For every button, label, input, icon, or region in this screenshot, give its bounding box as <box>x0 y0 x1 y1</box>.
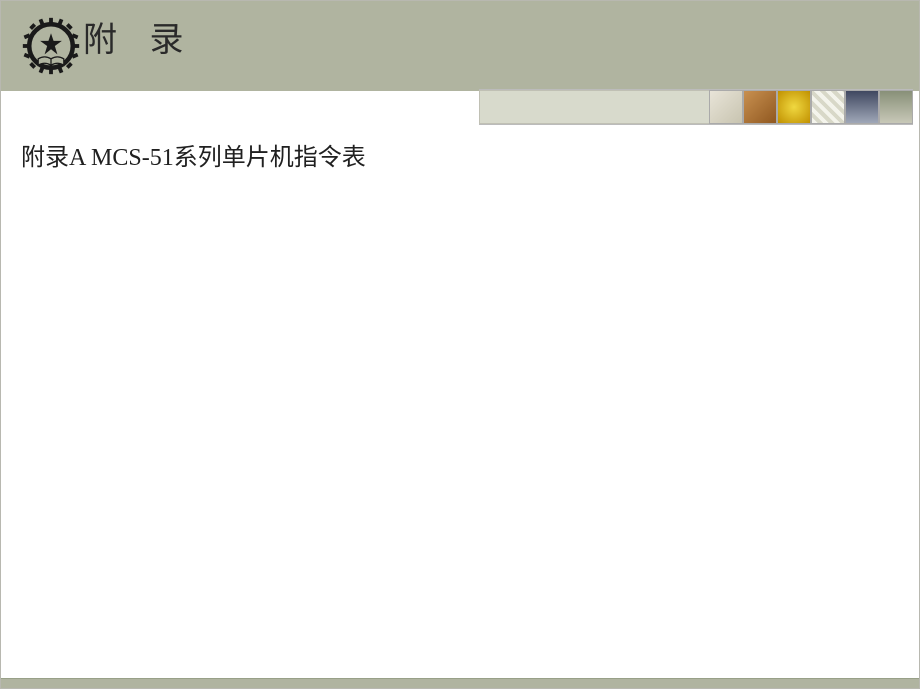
appendix-subtitle: 附录A MCS-51系列单片机指令表 <box>21 137 899 172</box>
footer-accent-bar <box>1 678 919 688</box>
slide-container: 附 录 附录A MCS-51系列单片机指令表 <box>0 0 920 689</box>
thumb-nature-icon <box>879 90 913 124</box>
thumb-globe-icon <box>777 90 811 124</box>
logo-emblem-icon <box>19 14 83 78</box>
slide-body: 附录A MCS-51系列单片机指令表 <box>21 137 899 172</box>
thumb-people-icon <box>845 90 879 124</box>
thumb-clock-icon <box>709 90 743 124</box>
slide-header: 附 录 <box>1 1 919 91</box>
thumbnail-strip <box>479 89 913 125</box>
strip-lead-spacer <box>479 90 709 124</box>
slide-title: 附 录 <box>83 12 196 61</box>
thumb-abstract-icon <box>743 90 777 124</box>
thumb-grid-icon <box>811 90 845 124</box>
